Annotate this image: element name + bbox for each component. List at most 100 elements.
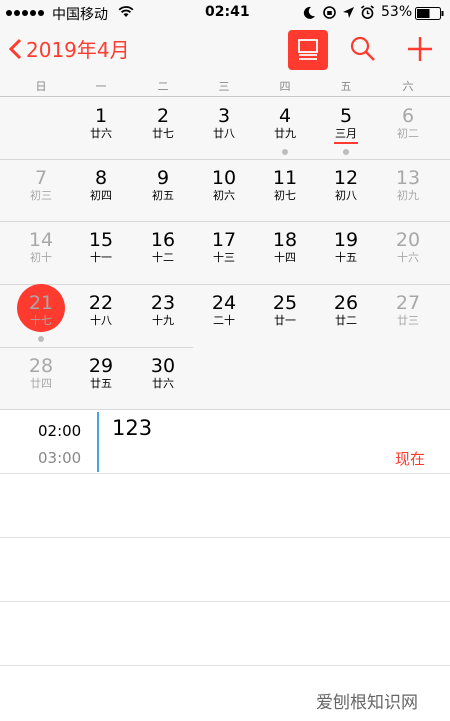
day-number: 12 [333,167,359,189]
day-cell[interactable]: 5 三月 [320,105,372,141]
search-button[interactable] [348,34,378,64]
back-button[interactable]: 2019年4月 [8,34,130,63]
orientation-lock-icon [323,6,336,19]
event-end-time: 03:00 [38,449,82,467]
day-number: 8 [94,167,108,189]
day-number: 3 [217,105,231,127]
day-cell[interactable]: 2 廿七 [137,105,189,141]
day-cell[interactable]: 6 初二 [382,105,434,141]
day-cell[interactable]: 26 廿二 [320,292,372,328]
event-dot [282,149,288,155]
day-cell[interactable]: 1 廿六 [75,105,127,141]
day-cell[interactable]: 25 廿一 [259,292,311,328]
day-number: 2 [156,105,170,127]
wifi-icon [118,6,134,17]
clock: 02:41 [205,4,250,20]
day-cell[interactable]: 16 十二 [137,229,189,265]
lunar-date: 初二 [397,127,419,140]
day-cell[interactable]: 14 初十 [15,229,67,265]
day-number: 17 [211,229,237,251]
lunar-date: 廿八 [213,127,235,140]
lunar-date: 十四 [274,251,296,264]
lunar-date: 廿四 [30,377,52,390]
day-number: 22 [88,292,114,314]
day-number: 27 [395,292,421,314]
day-number: 1 [94,105,108,127]
month-title: 2019年4月 [26,38,130,62]
lunar-date: 廿二 [335,314,357,327]
day-cell[interactable]: 28 廿四 [15,355,67,391]
lunar-date: 十六 [397,251,419,264]
weekday-label: 一 [95,80,107,93]
event-start-time: 02:00 [38,422,82,440]
lunar-date: 二十 [213,314,235,327]
day-number: 18 [272,229,298,251]
signal-strength-icon [6,10,44,16]
day-cell[interactable]: 23 十九 [137,292,189,328]
day-cell[interactable]: 12 初八 [320,167,372,203]
weekday-label: 四 [279,80,291,93]
day-cell[interactable]: 8 初四 [75,167,127,203]
day-number: 6 [401,105,415,127]
plus-icon [408,37,432,61]
list-view-button[interactable] [288,30,328,70]
lunar-date: 廿五 [90,377,112,390]
day-cell[interactable]: 27 廿三 [382,292,434,328]
day-cell[interactable]: 9 初五 [137,167,189,203]
divider [0,537,450,538]
day-number: 11 [272,167,298,189]
week-divider [0,221,450,222]
alarm-icon [361,5,374,19]
day-cell[interactable]: 22 十八 [75,292,127,328]
weekday-header: 日一二三四五六 [0,74,450,97]
day-number: 7 [34,167,48,189]
day-number: 15 [88,229,114,251]
day-number: 19 [333,229,359,251]
day-cell[interactable]: 30 廿六 [137,355,189,391]
watermark-text: 爱刨根知识网 [316,693,418,713]
day-number: 5 [339,105,353,127]
lunar-date: 廿七 [152,127,174,140]
day-cell-today[interactable]: 21 十七 [15,292,67,328]
weekday-label: 三 [218,80,230,93]
day-number: 30 [150,355,176,377]
day-cell[interactable]: 18 十四 [259,229,311,265]
day-number: 28 [28,355,54,377]
day-cell[interactable]: 20 十六 [382,229,434,265]
battery-percent: 53% [381,4,413,20]
lunar-date: 十九 [152,314,174,327]
day-cell[interactable]: 24 二十 [198,292,250,328]
add-event-button[interactable] [404,33,436,65]
carrier-label: 中国移动 [52,7,108,23]
day-number: 20 [395,229,421,251]
location-icon [343,7,354,18]
day-cell[interactable]: 11 初七 [259,167,311,203]
day-cell[interactable]: 7 初三 [15,167,67,203]
week-divider [0,284,450,285]
day-cell[interactable]: 29 廿五 [75,355,127,391]
day-number: 24 [211,292,237,314]
divider [0,473,450,474]
day-cell[interactable]: 15 十一 [75,229,127,265]
month-grid: 1 廿六 2 廿七 3 廿八 4 廿九 5 三月 6 初二 7 初三 8 初四 9 初五 10 初六 11 初七 12 初八 1… [0,97,450,409]
day-cell[interactable]: 10 初六 [198,167,250,203]
event-title[interactable]: 123 [112,416,152,440]
day-number: 10 [211,167,237,189]
day-number: 26 [333,292,359,314]
lunar-date: 十一 [90,251,112,264]
list-view-icon [298,39,318,60]
lunar-date: 十三 [213,251,235,264]
day-cell[interactable]: 19 十五 [320,229,372,265]
lunar-date: 初九 [397,189,419,202]
day-number: 29 [88,355,114,377]
day-cell[interactable]: 17 十三 [198,229,250,265]
event-dot [343,149,349,155]
search-icon [350,36,375,61]
day-cell[interactable]: 4 廿九 [259,105,311,141]
lunar-date: 廿六 [90,127,112,140]
battery-icon [415,7,444,20]
divider [0,601,450,602]
day-cell[interactable]: 3 廿八 [198,105,250,141]
day-number: 21 [28,292,54,314]
day-cell[interactable]: 13 初九 [382,167,434,203]
